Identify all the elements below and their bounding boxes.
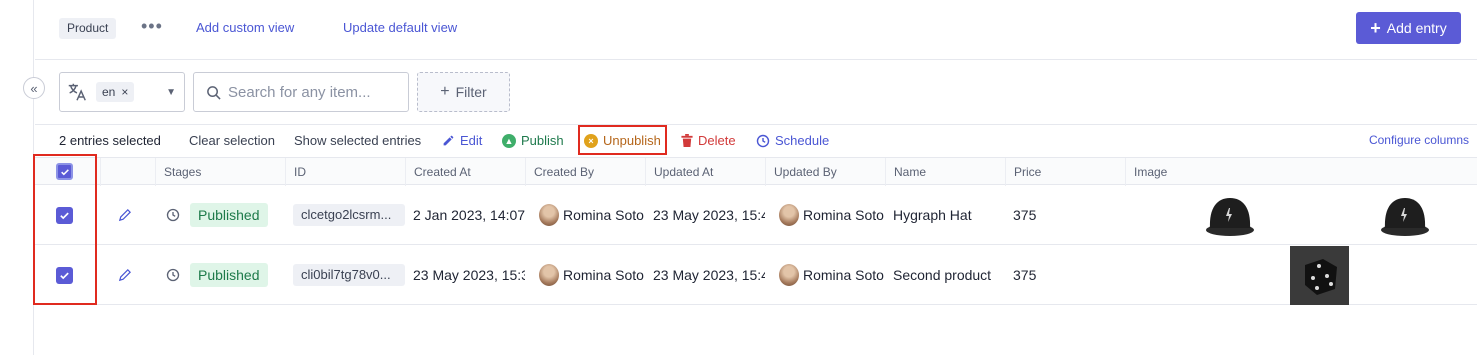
add-entry-label: Add entry (1386, 20, 1447, 36)
edit-label: Edit (460, 133, 483, 148)
schedule-label: Schedule (775, 133, 830, 148)
select-all-checkbox[interactable] (56, 163, 73, 180)
translate-icon (68, 83, 86, 101)
price-cell: 375 (1013, 207, 1037, 223)
header-updated-at[interactable]: Updated At (645, 158, 713, 186)
selected-count: 2 entries selected (59, 133, 161, 148)
view-chip[interactable]: Product (59, 18, 117, 39)
dice-image[interactable] (1290, 245, 1349, 305)
show-selected-button[interactable]: Show selected entries (294, 133, 421, 148)
entries-table: Stages ID Created At Created By Updated … (35, 157, 1477, 305)
topbar: Product ••• Add custom view Update defau… (35, 0, 1477, 60)
trash-icon (681, 134, 693, 147)
publish-button[interactable]: ▲ Publish (502, 133, 564, 148)
plus-icon: + (1370, 18, 1381, 38)
search-box[interactable] (193, 72, 409, 112)
configure-columns-link[interactable]: Configure columns (1369, 133, 1469, 147)
updated-at-cell: 23 May 2023, 15:4 (653, 267, 765, 283)
header-updated-by[interactable]: Updated By (765, 158, 837, 186)
add-entry-button[interactable]: + Add entry (1356, 12, 1461, 44)
publish-label: Publish (521, 133, 564, 148)
updated-by-cell: Romina Soto (779, 245, 884, 305)
avatar (779, 204, 799, 226)
check-icon (60, 168, 69, 175)
check-icon (60, 212, 69, 219)
avatar (779, 264, 799, 286)
locale-tag: en × (96, 82, 135, 102)
created-by-cell: Romina Soto (539, 245, 644, 305)
row-checkbox[interactable] (56, 206, 73, 224)
delete-button[interactable]: Delete (681, 133, 736, 148)
delete-label: Delete (698, 133, 736, 148)
filterbar: en × ▼ + Filter (35, 60, 1477, 125)
more-options-icon[interactable]: ••• (141, 16, 163, 37)
table-header: Stages ID Created At Created By Updated … (35, 157, 1477, 186)
updated-by-cell: Romina Soto (779, 185, 884, 245)
header-created-at[interactable]: Created At (405, 158, 471, 186)
header-id[interactable]: ID (285, 158, 306, 186)
cap-image[interactable] (1380, 185, 1430, 245)
header-edit-col (100, 158, 155, 186)
row-checkbox[interactable] (56, 266, 73, 284)
plus-icon: + (440, 83, 450, 100)
clear-selection-button[interactable]: Clear selection (189, 133, 275, 148)
header-created-by[interactable]: Created By (525, 158, 594, 186)
filter-button[interactable]: + Filter (417, 72, 510, 112)
search-icon (207, 85, 221, 100)
edit-row-icon[interactable] (117, 185, 132, 245)
publish-icon: ▲ (502, 133, 516, 148)
collapse-sidebar-icon[interactable]: « (23, 77, 45, 99)
updated-by-name: Romina Soto (803, 207, 884, 223)
pencil-icon (443, 135, 454, 146)
add-custom-view-link[interactable]: Add custom view (196, 20, 294, 35)
header-stages[interactable]: Stages (155, 158, 201, 186)
updated-by-name: Romina Soto (803, 267, 884, 283)
locale-select[interactable]: en × ▼ (59, 72, 185, 112)
update-default-view-link[interactable]: Update default view (343, 20, 457, 35)
name-cell: Hygraph Hat (893, 207, 972, 223)
unpublish-highlight (578, 125, 667, 155)
table-row[interactable]: Published cli0bil7tg78v0... 23 May 2023,… (35, 245, 1477, 305)
stage-cell: Published (166, 185, 268, 245)
avatar (539, 204, 559, 226)
locale-tag-label: en (102, 85, 116, 99)
bulk-action-bar: 2 entries selected Clear selection Show … (35, 125, 1477, 157)
status-badge: Published (190, 203, 268, 227)
created-at-cell: 23 May 2023, 15:3 (413, 267, 525, 283)
table-row[interactable]: Published clcetgo2lcsrm... 2 Jan 2023, 1… (35, 185, 1477, 245)
header-price[interactable]: Price (1005, 158, 1041, 186)
locale-remove-icon[interactable]: × (121, 82, 128, 102)
clock-icon (166, 208, 180, 222)
updated-at-cell: 23 May 2023, 15:4 (653, 207, 765, 223)
id-chip[interactable]: clcetgo2lcsrm... (293, 204, 405, 226)
header-image[interactable]: Image (1125, 158, 1167, 186)
created-at-cell: 2 Jan 2023, 14:07 (413, 207, 525, 223)
edit-row-icon[interactable] (117, 245, 132, 305)
created-by-name: Romina Soto (563, 267, 644, 283)
left-rail (0, 0, 34, 355)
edit-button[interactable]: Edit (442, 133, 482, 148)
header-name[interactable]: Name (885, 158, 926, 186)
cap-image[interactable] (1205, 185, 1255, 245)
created-by-name: Romina Soto (563, 207, 644, 223)
price-cell: 375 (1013, 267, 1037, 283)
id-chip[interactable]: cli0bil7tg78v0... (293, 264, 405, 286)
search-input[interactable] (228, 83, 398, 101)
status-badge: Published (190, 263, 268, 287)
stage-cell: Published (166, 245, 268, 305)
filter-label: Filter (455, 84, 487, 100)
chevron-down-icon[interactable]: ▼ (166, 87, 176, 98)
avatar (539, 264, 559, 286)
check-icon (60, 272, 69, 279)
created-by-cell: Romina Soto (539, 185, 644, 245)
schedule-button[interactable]: Schedule (756, 133, 829, 148)
name-cell: Second product (893, 267, 992, 283)
clock-icon (166, 268, 180, 282)
clock-icon (756, 134, 770, 147)
